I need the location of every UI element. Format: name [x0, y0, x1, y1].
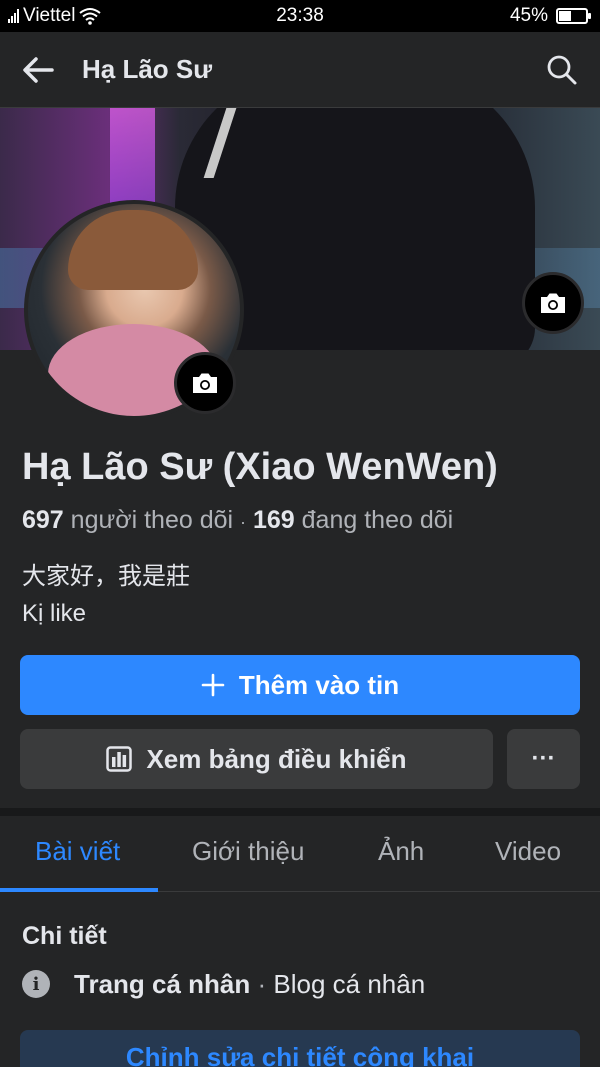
battery-fill — [559, 11, 571, 21]
cover-collar — [203, 108, 347, 178]
arrow-left-icon — [23, 57, 54, 83]
view-dashboard-button[interactable]: Xem bảng điều khiển — [20, 729, 493, 789]
stats-separator: · — [240, 512, 247, 532]
edit-public-details-label: Chỉnh sửa chi tiết công khai — [125, 1042, 475, 1067]
back-button[interactable] — [18, 50, 58, 90]
profile-tabs: Bài viết Giới thiệu Ảnh Video — [0, 816, 600, 892]
status-bar: Viettel 23:38 45% — [0, 0, 600, 32]
tab-posts[interactable]: Bài viết — [35, 836, 120, 867]
tab-photos[interactable]: Ảnh — [378, 836, 424, 867]
more-icon: ··· — [531, 745, 556, 772]
more-options-button[interactable]: ··· — [507, 729, 580, 789]
profile-name: Hạ Lão Sư (Xiao WenWen) — [22, 446, 498, 488]
battery-icon — [556, 8, 591, 24]
profile-bio: 大家好，我是莊 Kị like — [22, 558, 190, 632]
avatar-camera-button[interactable] — [174, 352, 236, 414]
camera-icon — [193, 373, 217, 393]
page-category: Blog cá nhân — [273, 968, 426, 999]
add-to-story-label: Thêm vào tin — [238, 669, 400, 700]
cover-camera-button[interactable] — [522, 272, 584, 334]
tab-videos[interactable]: Video — [495, 836, 561, 867]
followers-label[interactable]: người theo dõi — [71, 506, 233, 534]
section-divider — [0, 808, 600, 816]
search-icon — [547, 55, 577, 85]
page-type: Trang cá nhân — [74, 968, 251, 999]
status-right: 45% — [509, 5, 591, 27]
following-label[interactable]: đang theo dõi — [302, 506, 454, 534]
add-to-story-button[interactable]: Thêm vào tin — [20, 655, 580, 715]
detail-separator: · — [257, 968, 267, 999]
plus-icon — [201, 673, 225, 697]
details-title: Chi tiết — [22, 922, 107, 950]
tab-about[interactable]: Giới thiệu — [192, 836, 304, 867]
active-tab-indicator — [0, 888, 158, 892]
info-icon: i — [22, 970, 50, 998]
top-bar: Hạ Lão Sư — [0, 32, 600, 108]
camera-icon — [541, 293, 565, 313]
following-count[interactable]: 169 — [253, 506, 295, 534]
follow-stats: 697 người theo dõi · 169 đang theo dõi — [22, 506, 453, 535]
page-type-row: i Trang cá nhân · Blog cá nhân — [22, 966, 425, 1002]
followers-count[interactable]: 697 — [22, 506, 64, 534]
battery-percent: 45% — [509, 5, 548, 26]
bio-line: 大家好，我是莊 — [22, 563, 190, 590]
dashboard-icon — [106, 746, 133, 772]
search-button[interactable] — [542, 50, 582, 90]
view-dashboard-label: Xem bảng điều khiển — [146, 743, 407, 774]
page-title: Hạ Lão Sư — [82, 54, 213, 84]
page-type-text: Trang cá nhân · Blog cá nhân — [74, 969, 425, 1000]
edit-public-details-button[interactable]: Chỉnh sửa chi tiết công khai — [20, 1030, 580, 1067]
bio-line: Kị like — [22, 600, 87, 627]
avatar-hair — [68, 210, 198, 290]
